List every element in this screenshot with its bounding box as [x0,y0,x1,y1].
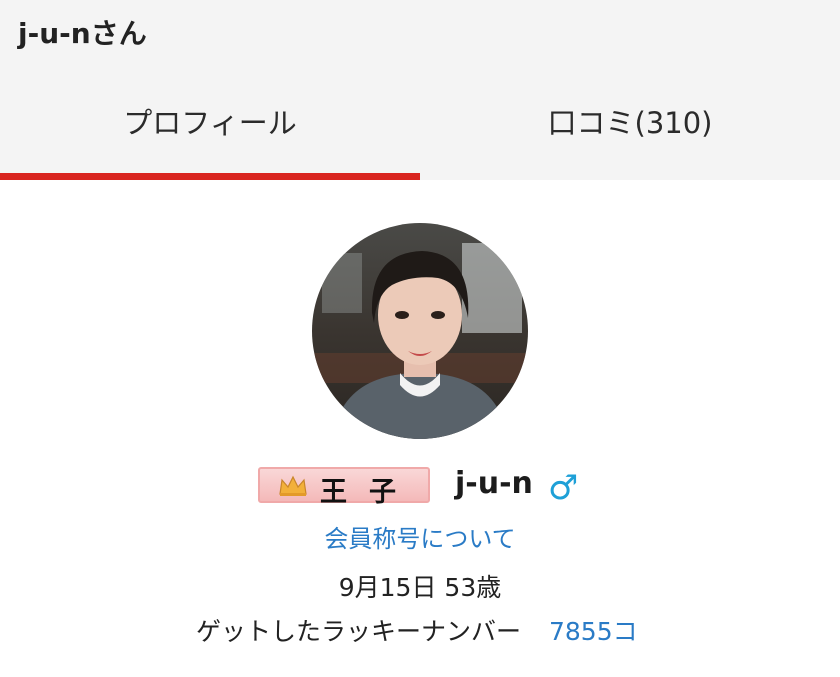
avatar [312,223,528,439]
page-header: j-u-nさん プロフィール 口コミ(310) [0,0,840,180]
tab-profile[interactable]: プロフィール [0,100,420,150]
male-icon: ♂ [548,468,579,508]
lucky-number-label: ゲットしたラッキーナンバー [196,617,522,646]
member-title-info-link[interactable]: 会員称号について [0,519,840,554]
tab-reviews[interactable]: 口コミ(310) [420,100,840,150]
active-tab-indicator [0,173,420,180]
crown-icon [278,474,308,502]
title-badge-text: 王子 [320,477,418,508]
member-title-badge: 王子 [258,467,430,508]
lucky-number-count-link[interactable]: 7855コ [549,612,638,648]
page-title: j-u-nさん [18,17,147,50]
birthday-age: 9月15日 53歳 [338,573,502,602]
nickname: j-u-n [455,466,533,501]
